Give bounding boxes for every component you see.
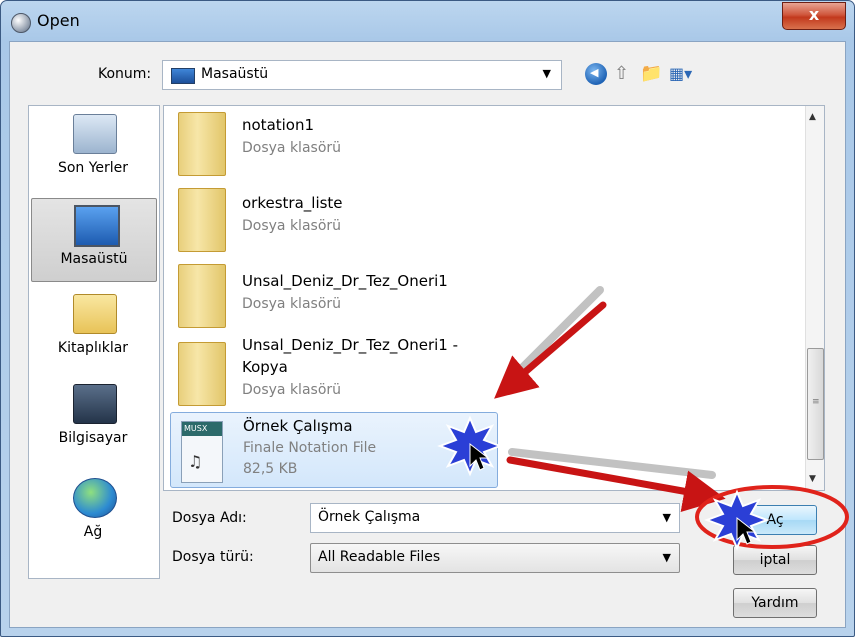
list-item[interactable]: Unsal_Deniz_Dr_Tez_Oneri1 - Kopya Dosya … [170,332,510,416]
item-name: Örnek Çalışma [243,417,353,435]
libraries-icon [73,294,117,334]
folder-icon [178,337,226,406]
window-title: Open [37,11,80,30]
scroll-thumb[interactable]: ≡ [807,348,824,460]
item-name-continued: Kopya [242,358,288,376]
desktop-icon [74,205,120,247]
chevron-down-icon[interactable]: ▼ [663,511,671,524]
place-recent[interactable]: Son Yerler [31,108,155,190]
new-folder-icon[interactable]: 📁 [640,63,662,85]
filename-label: Dosya Adı: [172,510,247,526]
file-icon-label: MUSX [182,422,222,436]
list-item[interactable]: orkestra_liste Dosya klasörü [170,182,510,262]
folder-icon [178,259,226,328]
list-item[interactable]: Unsal_Deniz_Dr_Tez_Oneri1 Dosya klasörü [170,258,510,336]
network-icon [73,478,117,518]
item-type: Finale Notation File [243,440,377,456]
place-network[interactable]: Ağ [31,472,155,554]
item-name: notation1 [242,116,315,134]
filetype-label: Dosya türü: [172,549,254,565]
place-label: Ağ [83,524,103,540]
place-label: Masaüstü [60,251,128,267]
filename-value: Örnek Çalışma [318,509,421,525]
open-button[interactable]: Aç [733,505,817,535]
places-bar: Son Yerler Masaüstü Kitaplıklar Bilgisay… [28,105,160,579]
location-label: Konum: [98,66,152,82]
computer-icon [73,384,117,424]
item-type: Dosya klasörü [242,140,342,156]
cancel-button[interactable]: iptal [733,545,817,575]
help-button[interactable]: Yardım [733,588,817,618]
music-notes-icon: ♫ [188,452,203,471]
chevron-down-icon[interactable]: ▼ [543,67,551,80]
place-computer[interactable]: Bilgisayar [31,378,155,460]
item-type: Dosya klasörü [242,296,342,312]
list-item[interactable]: notation1 Dosya klasörü [170,106,510,186]
view-menu-icon[interactable]: ▦▾ [669,63,697,85]
chevron-down-icon[interactable]: ▼ [663,551,671,564]
back-icon[interactable] [585,63,607,85]
place-label: Kitaplıklar [57,340,129,356]
item-size: 82,5 KB [243,461,298,477]
list-item-selected[interactable]: MUSX ♫ Örnek Çalışma Finale Notation Fil… [170,412,498,488]
scroll-down-icon[interactable]: ▼ [809,474,816,484]
grip-icon: ≡ [812,397,820,407]
file-list[interactable]: notation1 Dosya klasörü orkestra_liste D… [163,105,825,491]
place-label: Son Yerler [57,160,129,176]
place-desktop[interactable]: Masaüstü [31,198,157,282]
up-folder-icon[interactable]: ⇧ [614,63,636,85]
desktop-icon [171,68,195,84]
item-type: Dosya klasörü [242,382,342,398]
location-value: Masaüstü [201,66,269,82]
item-name: Unsal_Deniz_Dr_Tez_Oneri1 [242,272,448,290]
place-label: Bilgisayar [58,430,128,446]
place-libraries[interactable]: Kitaplıklar [31,288,155,370]
folder-icon [178,183,226,252]
filetype-value: All Readable Files [318,549,441,565]
scroll-up-icon[interactable]: ▲ [809,112,816,122]
folder-icon [178,107,226,176]
filename-input[interactable]: Örnek Çalışma ▼ [310,503,680,533]
location-combobox[interactable]: Masaüstü ▼ [162,60,562,90]
close-button[interactable]: x [782,2,846,30]
app-icon [11,13,31,33]
title-bar[interactable]: Open x [1,1,854,41]
item-name: Unsal_Deniz_Dr_Tez_Oneri1 - [242,336,459,354]
filetype-select[interactable]: All Readable Files ▼ [310,543,680,573]
item-type: Dosya klasörü [242,218,342,234]
finale-file-icon: MUSX ♫ [181,421,223,483]
vertical-scrollbar[interactable]: ▲ ≡ ▼ [805,106,824,490]
item-name: orkestra_liste [242,194,343,212]
recent-places-icon [73,114,117,154]
